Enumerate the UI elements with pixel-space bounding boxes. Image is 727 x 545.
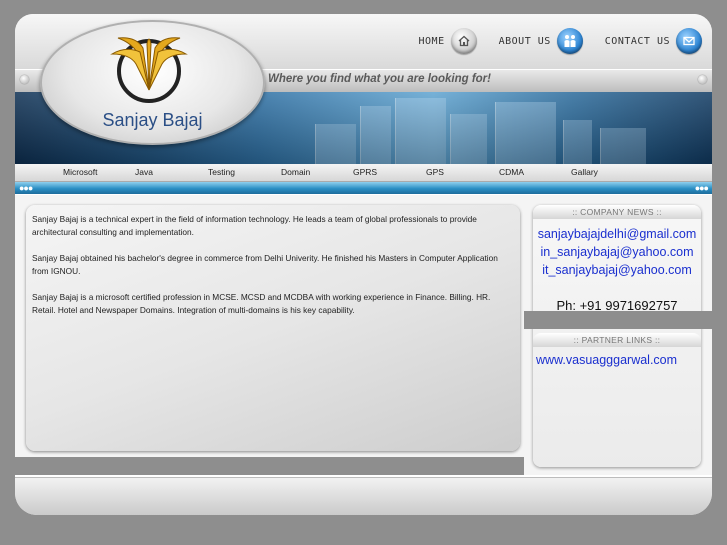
divider bbox=[524, 311, 712, 329]
partner-link[interactable]: www.vasuagggarwal.com bbox=[536, 353, 677, 367]
decorative-dots: ●●● bbox=[19, 183, 33, 193]
nav-about-label[interactable]: ABOUT US bbox=[499, 36, 551, 47]
menu-item-gps[interactable]: GPS bbox=[426, 167, 444, 177]
content-paragraph: Sanjay Bajaj is a technical expert in th… bbox=[32, 214, 477, 237]
decorative-dots: ●●● bbox=[694, 183, 709, 193]
nav-contact-label[interactable]: CONTACT US bbox=[605, 36, 670, 47]
menu-item-gprs[interactable]: GPRS bbox=[353, 167, 377, 177]
top-navigation: HOME ABOUT US CONTACT US bbox=[419, 26, 702, 56]
nav-about-us[interactable]: ABOUT US bbox=[499, 28, 583, 54]
logo-emblem-icon bbox=[110, 37, 188, 103]
menu-item-domain[interactable]: Domain bbox=[281, 167, 310, 177]
content-paragraph: Sanjay Bajaj obtained his bachelor's deg… bbox=[32, 253, 498, 276]
partner-links-heading: :: PARTNER LINKS :: bbox=[533, 333, 701, 347]
tagline: Where you find what you are looking for! bbox=[268, 73, 491, 85]
menu-item-gallary[interactable]: Gallary bbox=[571, 167, 598, 177]
mail-icon[interactable] bbox=[676, 28, 702, 54]
logo[interactable]: Sanjay Bajaj bbox=[40, 20, 265, 145]
content-paragraph: Sanjay Bajaj is a microsoft certified pr… bbox=[32, 292, 491, 315]
menu-item-microsoft[interactable]: Microsoft bbox=[63, 167, 97, 177]
company-news-heading: :: COMPANY NEWS :: bbox=[533, 205, 701, 219]
email-link[interactable]: in_sanjaybajaj@yahoo.com bbox=[533, 243, 701, 261]
menu-item-cdma[interactable]: CDMA bbox=[499, 167, 524, 177]
main-menu: Microsoft Java Testing Domain GPRS GPS C… bbox=[15, 164, 712, 182]
logo-name: Sanjay Bajaj bbox=[102, 110, 203, 130]
home-icon[interactable] bbox=[450, 28, 477, 54]
bolt-icon bbox=[20, 75, 29, 84]
main-content: Sanjay Bajaj is a technical expert in th… bbox=[26, 205, 520, 451]
page-container: HOME ABOUT US CONTACT US Where you find … bbox=[15, 14, 712, 515]
nav-home-label[interactable]: HOME bbox=[419, 36, 445, 47]
bolt-icon bbox=[698, 75, 707, 84]
nav-home[interactable]: HOME bbox=[419, 28, 477, 54]
email-link[interactable]: sanjaybajajdelhi@gmail.com bbox=[533, 225, 701, 243]
divider bbox=[15, 457, 524, 475]
menu-item-java[interactable]: Java bbox=[135, 167, 153, 177]
people-icon[interactable] bbox=[556, 28, 583, 54]
accent-bar: ●●● ●●● bbox=[15, 182, 712, 194]
nav-contact-us[interactable]: CONTACT US bbox=[605, 28, 702, 54]
footer bbox=[15, 477, 712, 515]
menu-item-testing[interactable]: Testing bbox=[208, 167, 235, 177]
email-link[interactable]: it_sanjaybajaj@yahoo.com bbox=[533, 261, 701, 279]
